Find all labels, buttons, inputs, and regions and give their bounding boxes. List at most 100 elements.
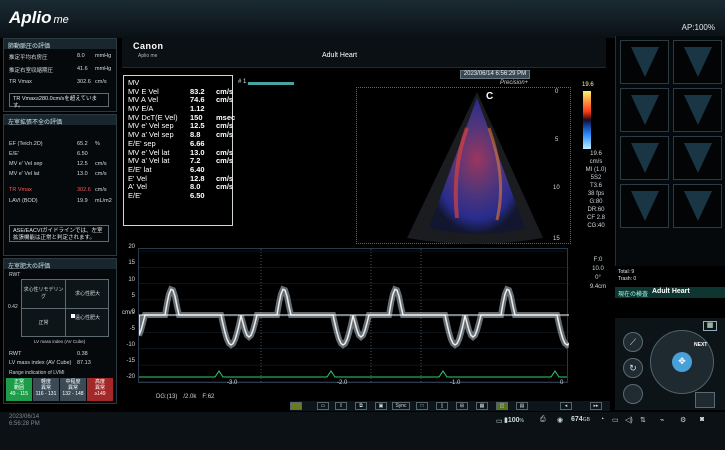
- measurement-row: MV A Vel 74.6 cm/s: [128, 95, 234, 105]
- center-cursor-button[interactable]: ✥: [672, 352, 692, 372]
- doppler-spectrum-panel: [136, 248, 571, 384]
- y-tick-label: -10: [126, 341, 135, 348]
- toolbar-button[interactable]: ⧉: [355, 402, 367, 410]
- thumbnail-item[interactable]: [620, 136, 669, 180]
- brand-logo: Canon: [133, 41, 164, 51]
- layout-4-button[interactable]: ⊞: [456, 402, 468, 410]
- rotate-icon[interactable]: ↻: [623, 358, 643, 378]
- next-button[interactable]: NEXT: [694, 342, 707, 348]
- usb-icon: ⌁: [660, 417, 665, 424]
- measurement-results-box: MV MV E Vel 83.2 cm/s MV A Vel 74.6 cm/s MV E/A…: [123, 75, 235, 226]
- layout-split-button[interactable]: ◫: [496, 402, 508, 410]
- x-tick-label: -2.0: [337, 380, 348, 386]
- ecg-trace: [139, 370, 567, 378]
- param-value: cm/s: [589, 159, 603, 165]
- layout-2-button[interactable]: ▯: [436, 402, 448, 410]
- thumbnail-item[interactable]: [620, 40, 669, 84]
- measurement-row: MV e' Vel lat 13.0 cm/s: [128, 147, 234, 157]
- grid-icon[interactable]: ▦: [703, 321, 717, 331]
- velocity-scale-top: 19.6: [582, 82, 594, 88]
- measurement-row: E' Vel 12.8 cm/s: [128, 173, 234, 183]
- measurement-row: MV a' Vel lat 7.2 cm/s: [128, 156, 234, 166]
- x-tick-label: 0: [560, 380, 564, 386]
- doppler-parameters: F:0 10.0 0° 9.4cm: [584, 256, 612, 292]
- measurement-row: MV e' Vel sep 12.5 cm/s: [128, 121, 234, 131]
- y-tick-label: 10: [128, 276, 135, 283]
- doppler-param: F:0: [593, 257, 603, 263]
- measurement-row: E/E' lat 6.40: [128, 164, 205, 174]
- thumbnail-item[interactable]: [673, 88, 722, 132]
- depth-tick: 5: [555, 137, 559, 143]
- preset-title: Adult Heart: [322, 52, 358, 59]
- param-value: T3.6: [589, 183, 602, 189]
- legend-item: 中程度 異常 132 - 148: [60, 378, 86, 401]
- previous-icon[interactable]: ◂: [560, 402, 572, 410]
- main-header: [122, 36, 606, 68]
- freeze-button[interactable]: [695, 392, 715, 408]
- wifi-icon: ◔: [600, 416, 605, 423]
- y-axis-label: RWT: [9, 272, 21, 278]
- monitor-icon: ▭: [612, 417, 619, 424]
- depth-tick: 15: [553, 236, 560, 242]
- status-time: 6:56:28 PM: [9, 421, 40, 427]
- thumbnail-item[interactable]: [620, 184, 669, 228]
- probe-marker: # 1: [238, 79, 247, 85]
- measurement-row: E/E' 6.50: [128, 190, 205, 200]
- status-bar: 2023/06/14 6:56:28 PM ▭ ▮100% ⎙ ◉ 674GB …: [0, 412, 725, 450]
- user-icon[interactable]: ◙: [700, 416, 704, 423]
- y-tick-label: -20: [126, 374, 135, 381]
- y-tick-label: 5: [131, 292, 135, 299]
- speaker-icon: ◁): [625, 417, 633, 424]
- doppler-param: 10.0: [592, 266, 604, 272]
- doppler-param: 0°: [595, 275, 601, 281]
- thumbnail-item[interactable]: [673, 136, 722, 180]
- measurement-row: MV E Vel 83.2 cm/s: [128, 86, 234, 96]
- current-exam-bar[interactable]: 現在の検査 Adult Heart: [615, 287, 725, 298]
- trash-count: Trash: 0: [618, 276, 637, 282]
- trackball-wheel[interactable]: ✥ NEXT: [650, 330, 714, 394]
- save-icon[interactable]: ▣: [375, 402, 387, 410]
- legend-item: 軽度 異常 116 - 131: [33, 378, 59, 401]
- top-bar: [0, 0, 725, 38]
- echo-sector-image: [407, 92, 543, 244]
- network-status-icon: ⇅: [640, 417, 646, 424]
- param-value: MI (1.0): [585, 167, 607, 173]
- measure-tool-icon[interactable]: ⟋: [623, 332, 643, 352]
- quadrant-concentric-hypertrophy: 求心性肥大: [66, 280, 109, 309]
- app-logo: Aplio me: [9, 8, 69, 27]
- param-value: G:80: [589, 199, 603, 205]
- hypertrophy-quadrant-chart: 求心性リモデリング 求心性肥大 正常 遠心性肥大: [21, 279, 109, 337]
- settings-icon[interactable]: ⚙: [680, 416, 686, 424]
- acoustic-power-readout: AP:100%: [681, 23, 715, 32]
- next-page-icon[interactable]: ▸▸: [590, 402, 602, 410]
- layout-1-button[interactable]: □: [416, 402, 428, 410]
- thumbnail-item[interactable]: [620, 88, 669, 132]
- guideline-note: TR Vmax≥280.0cm/sを超えています。: [9, 93, 109, 109]
- total-count: Total: 9: [618, 269, 635, 275]
- param-value: 19.6: [590, 151, 602, 157]
- param-value: 38 fps: [587, 191, 605, 197]
- guideline-note: ASE/EACVIガイドラインでは、左室拡張機能は正常と判定されます。: [9, 225, 109, 242]
- layout-grid-button[interactable]: ▤: [516, 402, 528, 410]
- depth-tick: 0: [555, 89, 559, 95]
- image-timestamp: 2023/06/14 6:56:29 PM: [460, 70, 530, 79]
- quadrant-concentric-remodeling: 求心性リモデリング: [22, 280, 66, 309]
- y-axis-value: 0.42: [8, 304, 18, 310]
- exam-value: Adult Heart: [652, 288, 690, 295]
- y-tick-label: -15: [126, 358, 135, 365]
- toolbar-button[interactable]: ▭: [317, 402, 329, 410]
- thumbnail-item[interactable]: [673, 40, 722, 84]
- network-icon: ▭: [496, 418, 503, 425]
- export-icon[interactable]: ⇪: [335, 402, 347, 410]
- layout-6-button[interactable]: ▦: [476, 402, 488, 410]
- sync-button[interactable]: Sync: [392, 402, 410, 410]
- thumbnail-panel: [615, 36, 725, 266]
- doppler-spectrum: [136, 249, 571, 384]
- toolbar-button[interactable]: [290, 402, 302, 410]
- depth-tick: 10: [553, 185, 560, 191]
- thumbnail-item[interactable]: [673, 184, 722, 228]
- echo-image-frame: [356, 87, 571, 244]
- measurement-row: MV: [128, 78, 140, 87]
- auto-button[interactable]: [623, 384, 643, 404]
- bottom-toolbar: ▭ ⇪ ⧉ ▣ Sync □ ▯ ⊞ ▦ ◫ ▤ ◂ ▸▸: [290, 401, 610, 411]
